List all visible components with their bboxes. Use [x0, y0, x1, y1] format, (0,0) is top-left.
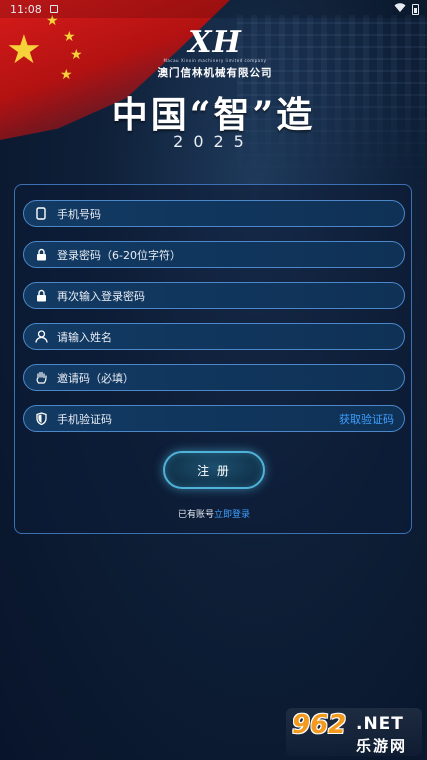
slogan: 中国“智”造	[111, 94, 316, 136]
confirm-password-field[interactable]: 再次输入登录密码	[23, 282, 405, 309]
invite-code-placeholder: 邀请码（必填）	[57, 371, 134, 385]
login-prompt: 已有账号立即登录	[15, 507, 413, 520]
shield-icon	[34, 412, 48, 426]
password-field[interactable]: 登录密码（6-20位字符）	[23, 241, 405, 268]
watermark-number: 962	[292, 710, 347, 740]
notification-icon	[49, 5, 58, 13]
lock-icon	[34, 248, 48, 262]
status-bar: 11:08	[0, 0, 427, 18]
sms-code-placeholder: 手机验证码	[57, 412, 112, 426]
user-icon	[34, 330, 48, 344]
register-button[interactable]: 注 册	[163, 451, 265, 489]
get-code-button[interactable]: 获取验证码	[339, 411, 394, 427]
lock-icon	[34, 289, 48, 303]
flag-star-icon: ★	[6, 27, 42, 73]
flag-star-icon: ★	[63, 29, 76, 45]
flag-star-icon: ★	[70, 47, 83, 63]
company-name: 澳门信林机械有限公司	[157, 67, 273, 79]
watermark-domain: .NET	[356, 714, 404, 734]
name-field[interactable]: 请输入姓名	[23, 323, 405, 350]
watermark-name: 乐游网	[356, 737, 408, 755]
hand-icon	[34, 371, 48, 385]
login-link[interactable]: 立即登录	[214, 510, 250, 520]
status-time: 11:08	[10, 2, 42, 16]
logo-tagline: Macau Xinxin machinery limited company	[163, 58, 267, 63]
slogan-year: 2025	[173, 132, 254, 151]
logo-mark: XH	[188, 25, 242, 60]
phone-field[interactable]: 手机号码	[23, 200, 405, 227]
flag-star-icon: ★	[60, 67, 73, 83]
sms-code-field[interactable]: 手机验证码 获取验证码	[23, 405, 405, 432]
phone-icon	[34, 207, 48, 221]
invite-code-field[interactable]: 邀请码（必填）	[23, 364, 405, 391]
watermark-logo: 962 .NET 乐游网	[286, 708, 422, 756]
battery-icon	[412, 3, 419, 15]
name-placeholder: 请输入姓名	[57, 330, 112, 344]
have-account-text: 已有账号	[177, 510, 214, 520]
password-placeholder: 登录密码（6-20位字符）	[57, 248, 181, 262]
wifi-icon	[394, 2, 406, 16]
register-form: 手机号码 登录密码（6-20位字符） 再次输入登录密码 请输入姓名 邀请码（必填…	[14, 184, 412, 534]
phone-placeholder: 手机号码	[57, 207, 101, 221]
confirm-password-placeholder: 再次输入登录密码	[57, 289, 145, 303]
company-logo: XH Macau Xinxin machinery limited compan…	[150, 28, 280, 80]
